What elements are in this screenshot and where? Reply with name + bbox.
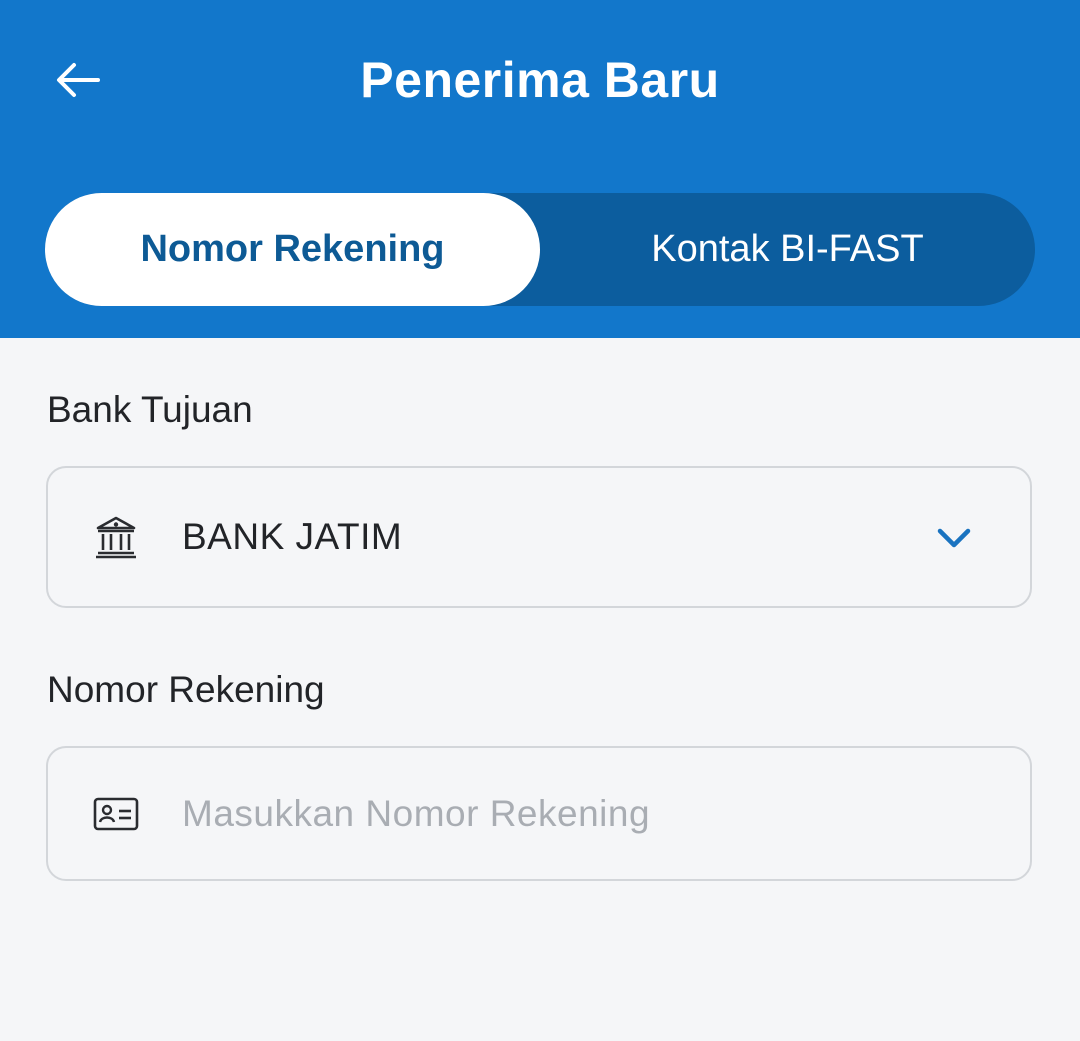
tab-nomor-rekening[interactable]: Nomor Rekening — [45, 193, 540, 306]
bank-select[interactable]: BANK JATIM — [46, 466, 1032, 608]
id-card-icon — [92, 790, 140, 838]
account-field-label: Nomor Rekening — [47, 669, 325, 710]
account-number-input[interactable]: Masukkan Nomor Rekening — [46, 746, 1032, 881]
bank-field-label: Bank Tujuan — [47, 389, 253, 430]
chevron-down-icon — [934, 518, 974, 558]
tab-switcher: Nomor Rekening Kontak BI-FAST — [45, 193, 1035, 306]
bank-select-value: BANK JATIM — [182, 516, 403, 557]
page-title: Penerima Baru — [360, 52, 720, 108]
bank-icon — [92, 513, 140, 561]
tab-kontak-bi-fast[interactable]: Kontak BI-FAST — [540, 193, 1035, 306]
app-header: Penerima Baru Nomor Rekening Kontak BI-F… — [0, 0, 1080, 338]
account-number-placeholder: Masukkan Nomor Rekening — [182, 793, 651, 834]
